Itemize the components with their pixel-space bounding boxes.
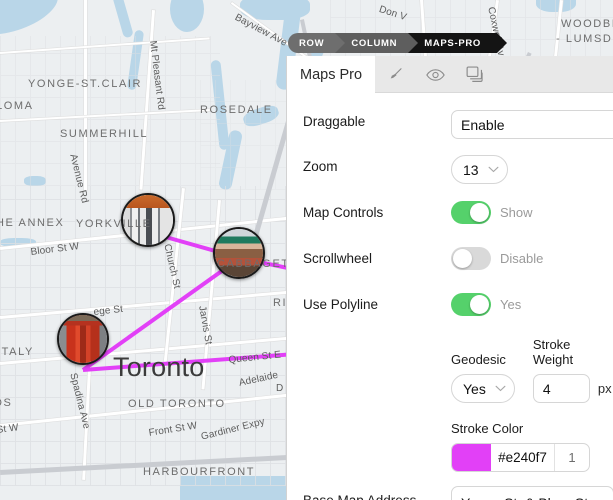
stroke-color-hex[interactable]: #e240f7 <box>491 444 555 471</box>
stroke-color-field[interactable]: #e240f7 1 <box>451 443 590 472</box>
field-base-map-address: Base Map Address Yonge St. & Bloor St. T… <box>287 472 613 500</box>
marker-image <box>123 195 173 245</box>
field-draggable: Draggable Enable <box>287 93 613 139</box>
tab-label: Maps Pro <box>300 66 363 83</box>
scrollwheel-state: Disable <box>500 251 544 266</box>
field-label-stroke-color: Stroke Color <box>451 421 524 436</box>
panel-tab-bar: Maps Pro <box>287 56 613 93</box>
stroke-color-alpha[interactable]: 1 <box>555 444 589 471</box>
marker-photo-1[interactable] <box>121 193 175 247</box>
stroke-weight-unit: px <box>597 381 612 396</box>
marker-photo-3[interactable] <box>57 313 109 365</box>
address-line-1a: Yonge St. & <box>461 495 538 500</box>
zoom-select[interactable]: 13 <box>451 155 508 184</box>
scrollwheel-toggle[interactable] <box>451 247 491 270</box>
map-controls-toggle[interactable] <box>451 201 491 224</box>
field-use-polyline: Use Polyline Yes <box>287 277 613 323</box>
stroke-color-group: Stroke Color #e240f7 1 <box>451 421 590 472</box>
field-stroke-color: Stroke Color #e240f7 1 <box>287 403 613 472</box>
field-label-draggable: Draggable <box>303 114 366 129</box>
maps-pro-settings-panel: Maps Pro Draggable Enable Zoom 13 Map Co… <box>286 56 613 500</box>
field-label-map-controls: Map Controls <box>303 205 384 220</box>
road <box>84 0 87 190</box>
toggle-knob <box>453 249 472 268</box>
field-zoom: Zoom 13 <box>287 139 613 185</box>
duplicate-icon[interactable] <box>455 56 495 93</box>
field-label-geodesic: Geodesic <box>451 352 506 367</box>
marker-image <box>215 229 263 277</box>
breadcrumb-label: COLUMN <box>351 37 398 49</box>
base-map-address-input[interactable]: Yonge St. & Bloor St. Toronto, ON <box>451 486 613 500</box>
marker-image <box>59 315 107 363</box>
field-map-controls: Map Controls Show <box>287 185 613 231</box>
stroke-weight-value: 4 <box>542 380 551 397</box>
tab-maps-pro[interactable]: Maps Pro <box>287 56 376 93</box>
geodesic-select[interactable]: Yes <box>451 374 515 403</box>
map-controls-state: Show <box>500 205 533 220</box>
field-label-scrollwheel: Scrollwheel <box>303 251 373 266</box>
field-scrollwheel: Scrollwheel Disable <box>287 231 613 277</box>
zoom-value: 13 <box>463 161 479 178</box>
use-polyline-toggle[interactable] <box>451 293 491 316</box>
water-body <box>170 0 204 32</box>
chevron-down-icon <box>488 166 499 173</box>
draggable-value: Enable <box>461 116 505 133</box>
eye-icon[interactable] <box>415 56 455 93</box>
use-polyline-state: Yes <box>500 297 522 312</box>
field-label-zoom: Zoom <box>303 159 338 174</box>
address-misspelled-word: Bloor <box>538 495 571 500</box>
app-root: YONGE-ST.CLAIRLOMAROSEDALESUMMERHILLEAST… <box>0 0 613 500</box>
breadcrumb-label: MAPS-PRO <box>424 37 482 49</box>
toggle-knob <box>470 295 489 314</box>
field-geodesic-stroke-weight: Geodesic Yes Stroke Weight 4 px <box>287 323 613 403</box>
stroke-weight-group: Stroke Weight 4 px <box>532 337 613 403</box>
breadcrumb-label: ROW <box>299 37 325 49</box>
field-label-use-polyline: Use Polyline <box>303 297 379 312</box>
breadcrumb-item-row[interactable]: ROW <box>288 33 346 53</box>
address-line-1c: St. <box>571 495 592 500</box>
toggle-knob <box>470 203 489 222</box>
water-creek <box>112 0 134 39</box>
field-label-base-map-address: Base Map Address <box>303 486 451 500</box>
breadcrumb-item-maps-pro[interactable]: MAPS-PRO <box>408 33 507 53</box>
panel-body: Draggable Enable Zoom 13 Map Controls Sh… <box>287 93 613 500</box>
marker-photo-2[interactable] <box>213 227 265 279</box>
breadcrumb-item-column[interactable]: COLUMN <box>335 33 419 53</box>
stroke-weight-input[interactable]: 4 <box>532 374 590 403</box>
paintbrush-icon[interactable] <box>375 56 415 93</box>
draggable-input[interactable]: Enable <box>451 110 613 139</box>
breadcrumb: ROW COLUMN MAPS-PRO <box>288 33 507 53</box>
chevron-down-icon <box>495 385 506 392</box>
color-swatch[interactable] <box>452 444 491 471</box>
geodesic-value: Yes <box>463 380 486 397</box>
field-label-stroke-weight: Stroke Weight <box>532 337 574 367</box>
geodesic-group: Geodesic Yes <box>451 352 515 403</box>
